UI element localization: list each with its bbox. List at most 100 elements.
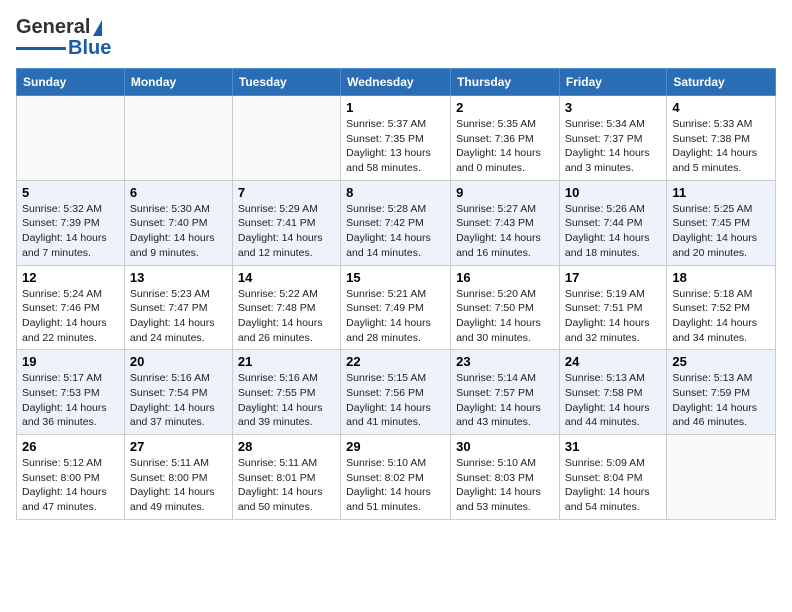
day-info: Sunrise: 5:12 AMSunset: 8:00 PMDaylight:… <box>22 456 119 515</box>
sunrise-info: Sunrise: 5:25 AM <box>672 203 752 215</box>
day-info-continuation: and 37 minutes. <box>130 416 205 428</box>
sunset-info: Sunset: 7:58 PM <box>565 387 643 399</box>
day-info: Sunrise: 5:19 AMSunset: 7:51 PMDaylight:… <box>565 287 661 346</box>
sunset-info: Sunset: 7:52 PM <box>672 302 750 314</box>
day-info-continuation: and 3 minutes. <box>565 162 634 174</box>
sunset-info: Sunset: 7:43 PM <box>456 217 534 229</box>
day-info: Sunrise: 5:16 AMSunset: 7:54 PMDaylight:… <box>130 371 227 430</box>
day-number: 11 <box>672 185 770 200</box>
calendar-cell: 9 Sunrise: 5:27 AMSunset: 7:43 PMDaylight… <box>451 180 560 265</box>
day-info: Sunrise: 5:34 AMSunset: 7:37 PMDaylight:… <box>565 117 661 176</box>
daylight-hours: Daylight: 14 hours <box>672 232 757 244</box>
daylight-hours: Daylight: 14 hours <box>346 317 431 329</box>
calendar-cell <box>232 96 340 181</box>
day-number: 22 <box>346 354 445 369</box>
day-number: 24 <box>565 354 661 369</box>
day-info: Sunrise: 5:32 AMSunset: 7:39 PMDaylight:… <box>22 202 119 261</box>
day-info-continuation: and 5 minutes. <box>672 162 741 174</box>
calendar-cell: 29Sunrise: 5:10 AMSunset: 8:02 PMDayligh… <box>341 435 451 520</box>
daylight-hours: Daylight: 14 hours <box>456 317 541 329</box>
sunset-info: Sunset: 7:39 PM <box>22 217 100 229</box>
calendar-cell: 18Sunrise: 5:18 AMSunset: 7:52 PMDayligh… <box>667 265 776 350</box>
day-number: 19 <box>22 354 119 369</box>
logo-underline <box>16 47 66 50</box>
calendar-cell: 24Sunrise: 5:13 AMSunset: 7:58 PMDayligh… <box>559 350 666 435</box>
sunset-info: Sunset: 8:01 PM <box>238 472 316 484</box>
calendar-cell: 30Sunrise: 5:10 AMSunset: 8:03 PMDayligh… <box>451 435 560 520</box>
day-info: Sunrise: 5:16 AMSunset: 7:55 PMDaylight:… <box>238 371 335 430</box>
sunset-info: Sunset: 7:37 PM <box>565 133 643 145</box>
sunrise-info: Sunrise: 5:10 AM <box>456 457 536 469</box>
daylight-hours: Daylight: 14 hours <box>456 147 541 159</box>
day-number: 21 <box>238 354 335 369</box>
sunrise-info: Sunrise: 5:30 AM <box>130 203 210 215</box>
header-saturday: Saturday <box>667 69 776 96</box>
day-info-continuation: and 50 minutes. <box>238 501 313 513</box>
sunrise-info: Sunrise: 5:18 AM <box>672 288 752 300</box>
day-number: 10 <box>565 185 661 200</box>
week-row-5: 26Sunrise: 5:12 AMSunset: 8:00 PMDayligh… <box>17 435 776 520</box>
day-info-continuation: and 53 minutes. <box>456 501 531 513</box>
day-info-continuation: and 18 minutes. <box>565 247 640 259</box>
sunrise-info: Sunrise: 5:28 AM <box>346 203 426 215</box>
calendar-table: SundayMondayTuesdayWednesdayThursdayFrid… <box>16 68 776 520</box>
day-info-continuation: and 49 minutes. <box>130 501 205 513</box>
sunrise-info: Sunrise: 5:09 AM <box>565 457 645 469</box>
day-info-continuation: and 32 minutes. <box>565 332 640 344</box>
day-info-continuation: and 7 minutes. <box>22 247 91 259</box>
header-row: SundayMondayTuesdayWednesdayThursdayFrid… <box>17 69 776 96</box>
calendar-cell: 10Sunrise: 5:26 AMSunset: 7:44 PMDayligh… <box>559 180 666 265</box>
day-info-continuation: and 22 minutes. <box>22 332 97 344</box>
daylight-hours: Daylight: 14 hours <box>22 486 107 498</box>
calendar-cell <box>667 435 776 520</box>
calendar-cell: 22Sunrise: 5:15 AMSunset: 7:56 PMDayligh… <box>341 350 451 435</box>
daylight-hours: Daylight: 14 hours <box>22 317 107 329</box>
day-info: Sunrise: 5:11 AMSunset: 8:00 PMDaylight:… <box>130 456 227 515</box>
sunrise-info: Sunrise: 5:20 AM <box>456 288 536 300</box>
daylight-hours: Daylight: 14 hours <box>565 232 650 244</box>
day-number: 31 <box>565 439 661 454</box>
daylight-hours: Daylight: 14 hours <box>346 232 431 244</box>
week-row-2: 5Sunrise: 5:32 AMSunset: 7:39 PMDaylight… <box>17 180 776 265</box>
day-info: Sunrise: 5:25 AMSunset: 7:45 PMDaylight:… <box>672 202 770 261</box>
sunrise-info: Sunrise: 5:24 AM <box>22 288 102 300</box>
day-number: 17 <box>565 270 661 285</box>
day-info: Sunrise: 5:10 AMSunset: 8:02 PMDaylight:… <box>346 456 445 515</box>
day-info: Sunrise: 5:23 AMSunset: 7:47 PMDaylight:… <box>130 287 227 346</box>
day-info: Sunrise: 5:29 AMSunset: 7:41 PMDaylight:… <box>238 202 335 261</box>
sunrise-info: Sunrise: 5:32 AM <box>22 203 102 215</box>
sunset-info: Sunset: 7:38 PM <box>672 133 750 145</box>
sunrise-info: Sunrise: 5:15 AM <box>346 372 426 384</box>
day-info: Sunrise: 5:22 AMSunset: 7:48 PMDaylight:… <box>238 287 335 346</box>
day-info: Sunrise: 5:28 AMSunset: 7:42 PMDaylight:… <box>346 202 445 261</box>
sunset-info: Sunset: 7:48 PM <box>238 302 316 314</box>
calendar-cell: 19Sunrise: 5:17 AMSunset: 7:53 PMDayligh… <box>17 350 125 435</box>
day-info-continuation: and 0 minutes. <box>456 162 525 174</box>
calendar-cell: 13Sunrise: 5:23 AMSunset: 7:47 PMDayligh… <box>124 265 232 350</box>
daylight-hours: Daylight: 14 hours <box>672 147 757 159</box>
sunrise-info: Sunrise: 5:10 AM <box>346 457 426 469</box>
day-info-continuation: and 39 minutes. <box>238 416 313 428</box>
day-number: 27 <box>130 439 227 454</box>
week-row-1: 1Sunrise: 5:37 AMSunset: 7:35 PMDaylight… <box>17 96 776 181</box>
sunset-info: Sunset: 7:57 PM <box>456 387 534 399</box>
day-number: 28 <box>238 439 335 454</box>
daylight-hours: Daylight: 14 hours <box>238 232 323 244</box>
sunset-info: Sunset: 7:40 PM <box>130 217 208 229</box>
daylight-hours: Daylight: 14 hours <box>130 402 215 414</box>
day-number: 15 <box>346 270 445 285</box>
daylight-hours: Daylight: 14 hours <box>565 147 650 159</box>
day-info: Sunrise: 5:27 AMSunset: 7:43 PMDaylight:… <box>456 202 554 261</box>
sunset-info: Sunset: 7:53 PM <box>22 387 100 399</box>
day-number: 9 <box>456 185 554 200</box>
calendar-cell: 28Sunrise: 5:11 AMSunset: 8:01 PMDayligh… <box>232 435 340 520</box>
daylight-hours: Daylight: 14 hours <box>565 402 650 414</box>
day-info-continuation: and 44 minutes. <box>565 416 640 428</box>
calendar-cell <box>124 96 232 181</box>
sunset-info: Sunset: 7:59 PM <box>672 387 750 399</box>
daylight-hours: Daylight: 14 hours <box>238 317 323 329</box>
day-info-continuation: and 9 minutes. <box>130 247 199 259</box>
calendar-cell: 23Sunrise: 5:14 AMSunset: 7:57 PMDayligh… <box>451 350 560 435</box>
day-info-continuation: and 36 minutes. <box>22 416 97 428</box>
calendar-cell: 5Sunrise: 5:32 AMSunset: 7:39 PMDaylight… <box>17 180 125 265</box>
